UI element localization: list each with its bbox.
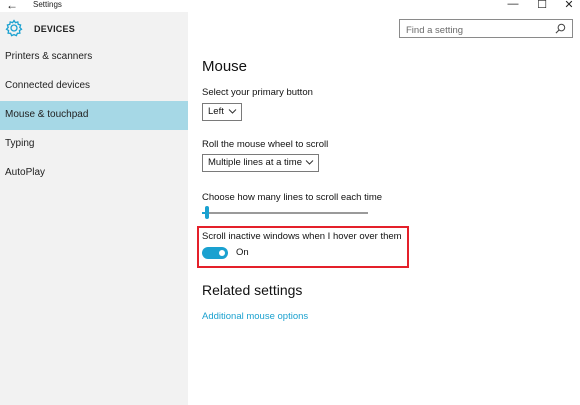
- sidebar: DEVICES Printers & scanners Connected de…: [0, 12, 188, 405]
- lines-slider-label: Choose how many lines to scroll each tim…: [202, 192, 383, 203]
- primary-button-value: Left: [208, 106, 224, 117]
- window-title: Settings: [33, 0, 62, 9]
- inactive-scroll-label: Scroll inactive windows when I hover ove…: [202, 231, 402, 242]
- toggle-state-label: On: [236, 247, 249, 258]
- sidebar-header: DEVICES: [0, 18, 188, 42]
- scroll-wheel-value: Multiple lines at a time: [208, 157, 302, 168]
- inactive-scroll-toggle[interactable]: [202, 247, 228, 259]
- lines-slider-thumb[interactable]: [204, 206, 209, 219]
- search-box: [399, 19, 573, 39]
- title-bar: ← Settings — ☐ ✕: [0, 0, 580, 12]
- chevron-down-icon: [228, 109, 237, 114]
- related-settings-title: Related settings: [202, 282, 303, 298]
- maximize-icon[interactable]: ☐: [535, 0, 549, 11]
- sidebar-item-autoplay[interactable]: AutoPlay: [0, 159, 188, 188]
- sidebar-item-mouse-touchpad[interactable]: Mouse & touchpad: [0, 101, 188, 130]
- close-icon[interactable]: ✕: [562, 0, 576, 11]
- page-title: Mouse: [202, 58, 248, 75]
- toggle-knob: [219, 250, 225, 256]
- primary-button-dropdown[interactable]: Left: [202, 103, 242, 121]
- search-input[interactable]: [400, 22, 556, 39]
- chevron-down-icon: [305, 160, 314, 165]
- scroll-wheel-dropdown[interactable]: Multiple lines at a time: [202, 154, 319, 172]
- sidebar-item-connected-devices[interactable]: Connected devices: [0, 72, 188, 101]
- search-icon[interactable]: [555, 23, 566, 34]
- sidebar-item-typing[interactable]: Typing: [0, 130, 188, 159]
- scroll-wheel-label: Roll the mouse wheel to scroll: [202, 139, 329, 150]
- section-title: DEVICES: [34, 24, 75, 34]
- lines-slider-track[interactable]: [202, 212, 368, 214]
- back-arrow-icon[interactable]: ←: [6, 0, 18, 12]
- additional-mouse-options-link[interactable]: Additional mouse options: [202, 311, 308, 322]
- sidebar-nav: Printers & scanners Connected devices Mo…: [0, 43, 188, 188]
- sidebar-item-printers-scanners[interactable]: Printers & scanners: [0, 43, 188, 72]
- minimize-icon[interactable]: —: [506, 0, 520, 10]
- gear-icon: [5, 19, 23, 37]
- primary-button-label: Select your primary button: [202, 87, 313, 98]
